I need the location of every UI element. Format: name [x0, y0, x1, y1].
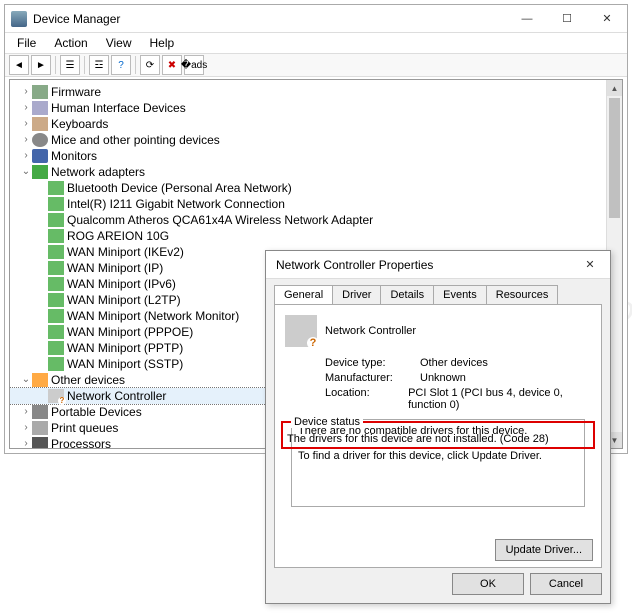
titlebar[interactable]: Device Manager — ☐ ✕ [5, 5, 627, 33]
app-icon [11, 11, 27, 27]
dialog-titlebar[interactable]: Network Controller Properties ✕ [266, 251, 610, 279]
uninstall-icon[interactable]: ✖ [162, 55, 182, 75]
tab-resources[interactable]: Resources [486, 285, 559, 304]
status-line3: To find a driver for this device, click … [298, 449, 578, 464]
help-icon[interactable]: ? [111, 55, 131, 75]
tab-strip: General Driver Details Events Resources [266, 279, 610, 304]
device-status-group: Device status The drivers for this devic… [281, 421, 595, 449]
device-item[interactable]: Intel(R) I211 Gigabit Network Connection [10, 196, 622, 212]
maximize-button[interactable]: ☐ [547, 5, 587, 33]
value-manufacturer: Unknown [420, 372, 466, 384]
back-icon[interactable]: ◄ [9, 55, 29, 75]
toolbar: ◄ ► ☰ ☲ ? ⟳ ✖ �ads [5, 53, 627, 77]
category-keyboards[interactable]: ›Keyboards [10, 116, 622, 132]
scan-hardware-icon[interactable]: �ads [184, 55, 204, 75]
value-device-type: Other devices [420, 357, 488, 369]
menu-action[interactable]: Action [46, 35, 95, 51]
window-title: Device Manager [33, 12, 507, 26]
scroll-thumb[interactable] [609, 98, 620, 218]
cancel-button[interactable]: Cancel [530, 573, 602, 595]
label-device-type: Device type: [325, 357, 420, 369]
forward-icon[interactable]: ► [31, 55, 51, 75]
label-manufacturer: Manufacturer: [325, 372, 420, 384]
category-mice[interactable]: ›Mice and other pointing devices [10, 132, 622, 148]
tab-events[interactable]: Events [433, 285, 487, 304]
device-item[interactable]: Bluetooth Device (Personal Area Network) [10, 180, 622, 196]
device-name-label: Network Controller [325, 325, 416, 337]
category-monitors[interactable]: ›Monitors [10, 148, 622, 164]
minimize-button[interactable]: — [507, 5, 547, 33]
tab-driver[interactable]: Driver [332, 285, 381, 304]
menu-help[interactable]: Help [142, 35, 183, 51]
tab-details[interactable]: Details [380, 285, 434, 304]
device-status-line1: The drivers for this device are not inst… [287, 433, 589, 445]
category-firmware[interactable]: ›Firmware [10, 84, 622, 100]
category-hid[interactable]: ›Human Interface Devices [10, 100, 622, 116]
dialog-close-button[interactable]: ✕ [570, 251, 610, 279]
device-item[interactable]: Qualcomm Atheros QCA61x4A Wireless Netwo… [10, 212, 622, 228]
device-large-icon [285, 315, 317, 347]
value-location: PCI Slot 1 (PCI bus 4, device 0, functio… [408, 387, 591, 411]
scroll-up-icon[interactable]: ▲ [607, 80, 622, 96]
update-driver-button[interactable]: Update Driver... [495, 539, 593, 561]
tab-panel-general: Network Controller Device type:Other dev… [274, 304, 602, 568]
device-status-legend: Device status [291, 416, 363, 428]
properties-dialog: Network Controller Properties ✕ General … [265, 250, 611, 604]
menubar: File Action View Help [5, 33, 627, 53]
properties-icon[interactable]: ☲ [89, 55, 109, 75]
ok-button[interactable]: OK [452, 573, 524, 595]
menu-file[interactable]: File [9, 35, 44, 51]
category-network-adapters[interactable]: ⌄Network adapters [10, 164, 622, 180]
update-driver-icon[interactable]: ⟳ [140, 55, 160, 75]
device-item[interactable]: ROG AREION 10G [10, 228, 622, 244]
close-button[interactable]: ✕ [587, 5, 627, 33]
tab-general[interactable]: General [274, 285, 333, 304]
label-location: Location: [325, 387, 408, 411]
dialog-title: Network Controller Properties [272, 258, 570, 272]
show-hide-tree-icon[interactable]: ☰ [60, 55, 80, 75]
menu-view[interactable]: View [98, 35, 140, 51]
